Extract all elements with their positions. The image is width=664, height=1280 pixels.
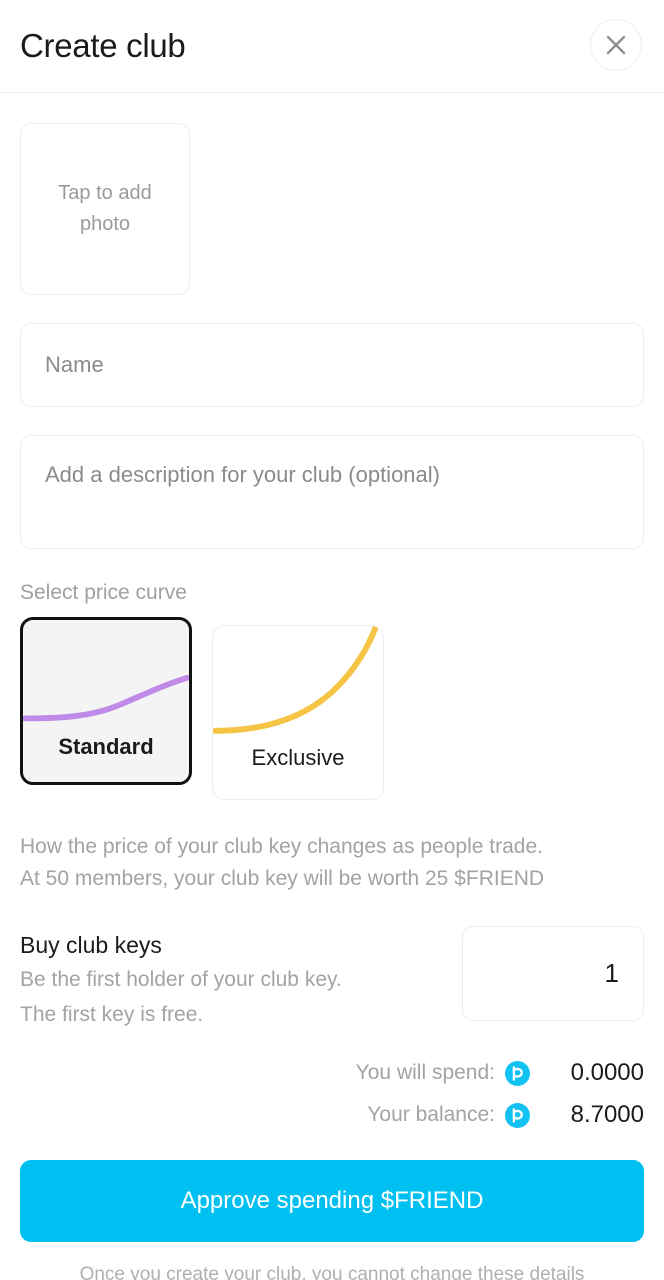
- buy-club-keys-section: Buy club keys Be the first holder of you…: [20, 926, 644, 1032]
- price-curve-option-exclusive[interactable]: Exclusive: [212, 625, 384, 800]
- key-quantity-input[interactable]: 1: [462, 926, 644, 1021]
- club-description-placeholder: Add a description for your club (optiona…: [45, 462, 440, 487]
- friend-token-icon: [505, 1102, 530, 1128]
- buy-club-keys-text: Buy club keys Be the first holder of you…: [20, 926, 342, 1032]
- price-curve-note-line2: At 50 members, your club key will be wor…: [20, 867, 545, 890]
- you-will-spend-label: You will spend:: [355, 1061, 495, 1084]
- buy-club-keys-sub-line1: Be the first holder of your club key.: [20, 968, 342, 991]
- your-balance-label: Your balance:: [367, 1103, 495, 1126]
- close-icon: [605, 34, 627, 56]
- club-description-input[interactable]: Add a description for your club (optiona…: [20, 435, 644, 549]
- page-title: Create club: [20, 27, 186, 64]
- form-body: Tap to add photo Name Add a description …: [0, 123, 664, 1280]
- price-curve-options: Standard Exclusive: [20, 617, 644, 800]
- your-balance-value: 8.7000: [570, 1101, 644, 1128]
- approve-spending-button[interactable]: Approve spending $FRIEND: [20, 1160, 644, 1242]
- buy-club-keys-sub-line2: The first key is free.: [20, 1003, 204, 1026]
- price-curve-option-standard[interactable]: Standard: [20, 617, 192, 785]
- modal-header: Create club: [0, 0, 664, 93]
- price-curve-option-label: Exclusive: [251, 745, 345, 770]
- exclusive-curve-icon: [213, 626, 380, 734]
- club-name-placeholder: Name: [45, 352, 104, 377]
- your-balance-row: Your balance: 8.7000: [20, 1098, 644, 1132]
- create-club-screen: Create club Tap to add photo Name Add a …: [0, 0, 664, 1280]
- price-curve-label: Select price curve: [20, 581, 187, 604]
- price-curve-option-label: Standard: [58, 734, 154, 759]
- footnote-text: Once you create your club, you cannot ch…: [79, 1264, 585, 1280]
- you-will-spend-value: 0.0000: [570, 1059, 644, 1086]
- key-quantity-value: 1: [604, 958, 619, 988]
- add-photo-label: Tap to add photo: [58, 182, 152, 235]
- price-curve-note: How the price of your club key changes a…: [20, 831, 644, 895]
- add-photo-button[interactable]: Tap to add photo: [20, 123, 190, 295]
- club-name-input[interactable]: Name: [20, 323, 644, 407]
- friend-token-icon: [505, 1060, 530, 1086]
- buy-club-keys-title: Buy club keys: [20, 932, 162, 958]
- price-curve-note-line1: How the price of your club key changes a…: [20, 835, 543, 858]
- close-button[interactable]: [590, 19, 642, 71]
- spend-summary: You will spend: 0.0000 Your balance: 8.7…: [20, 1056, 644, 1132]
- you-will-spend-row: You will spend: 0.0000: [20, 1056, 644, 1090]
